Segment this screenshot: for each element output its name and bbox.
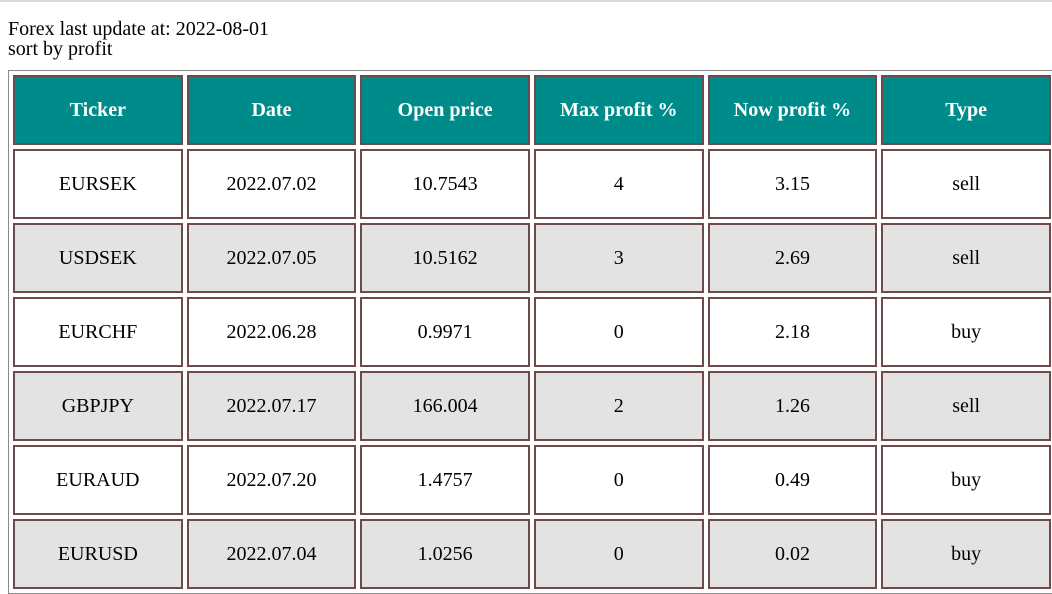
cell-date: 2022.06.28: [186, 297, 357, 367]
column-header-date[interactable]: Date: [186, 75, 357, 145]
cell-now-profit: 3.15: [707, 149, 878, 219]
column-header-ticker[interactable]: Ticker: [13, 75, 183, 145]
cell-ticker: EURSEK: [13, 149, 183, 219]
cell-open-price: 1.4757: [360, 445, 530, 515]
cell-open-price: 10.5162: [360, 223, 530, 293]
table-row: USDSEK 2022.07.05 10.5162 3 2.69 sell: [13, 223, 1051, 293]
cell-max-profit: 0: [533, 519, 704, 589]
cell-max-profit: 3: [533, 223, 704, 293]
cell-open-price: 1.0256: [360, 519, 530, 589]
table-row: EURSEK 2022.07.02 10.7543 4 3.15 sell: [13, 149, 1051, 219]
cell-type: buy: [881, 519, 1051, 589]
sort-by-profit-link[interactable]: sort by profit: [8, 39, 1052, 59]
column-header-max-profit[interactable]: Max profit %: [533, 75, 704, 145]
cell-open-price: 10.7543: [360, 149, 530, 219]
top-divider: [0, 0, 1052, 2]
cell-now-profit: 2.18: [707, 297, 878, 367]
table-header-row: Ticker Date Open price Max profit % Now …: [13, 75, 1051, 145]
column-header-now-profit[interactable]: Now profit %: [707, 75, 878, 145]
cell-max-profit: 4: [533, 149, 704, 219]
cell-type: buy: [881, 445, 1051, 515]
cell-now-profit: 1.26: [707, 371, 878, 441]
cell-max-profit: 0: [533, 445, 704, 515]
table-row: EURUSD 2022.07.04 1.0256 0 0.02 buy: [13, 519, 1051, 589]
table-row: EURAUD 2022.07.20 1.4757 0 0.49 buy: [13, 445, 1051, 515]
cell-date: 2022.07.05: [186, 223, 357, 293]
cell-ticker: USDSEK: [13, 223, 183, 293]
column-header-open-price[interactable]: Open price: [360, 75, 530, 145]
cell-date: 2022.07.02: [186, 149, 357, 219]
column-header-type[interactable]: Type: [881, 75, 1051, 145]
cell-ticker: GBPJPY: [13, 371, 183, 441]
cell-ticker: EURUSD: [13, 519, 183, 589]
cell-ticker: EURAUD: [13, 445, 183, 515]
cell-ticker: EURCHF: [13, 297, 183, 367]
forex-table: Ticker Date Open price Max profit % Now …: [8, 70, 1052, 594]
page-content: Forex last update at: 2022-08-01 sort by…: [8, 19, 1052, 594]
cell-type: sell: [881, 149, 1051, 219]
cell-type: sell: [881, 371, 1051, 441]
cell-now-profit: 0.02: [707, 519, 878, 589]
last-update-text: Forex last update at: 2022-08-01: [8, 18, 270, 40]
cell-date: 2022.07.17: [186, 371, 357, 441]
cell-max-profit: 0: [533, 297, 704, 367]
cell-max-profit: 2: [533, 371, 704, 441]
cell-date: 2022.07.20: [186, 445, 357, 515]
cell-now-profit: 0.49: [707, 445, 878, 515]
table-row: EURCHF 2022.06.28 0.9971 0 2.18 buy: [13, 297, 1051, 367]
cell-open-price: 0.9971: [360, 297, 530, 367]
cell-date: 2022.07.04: [186, 519, 357, 589]
cell-now-profit: 2.69: [707, 223, 878, 293]
cell-open-price: 166.004: [360, 371, 530, 441]
cell-type: buy: [881, 297, 1051, 367]
cell-type: sell: [881, 223, 1051, 293]
table-row: GBPJPY 2022.07.17 166.004 2 1.26 sell: [13, 371, 1051, 441]
